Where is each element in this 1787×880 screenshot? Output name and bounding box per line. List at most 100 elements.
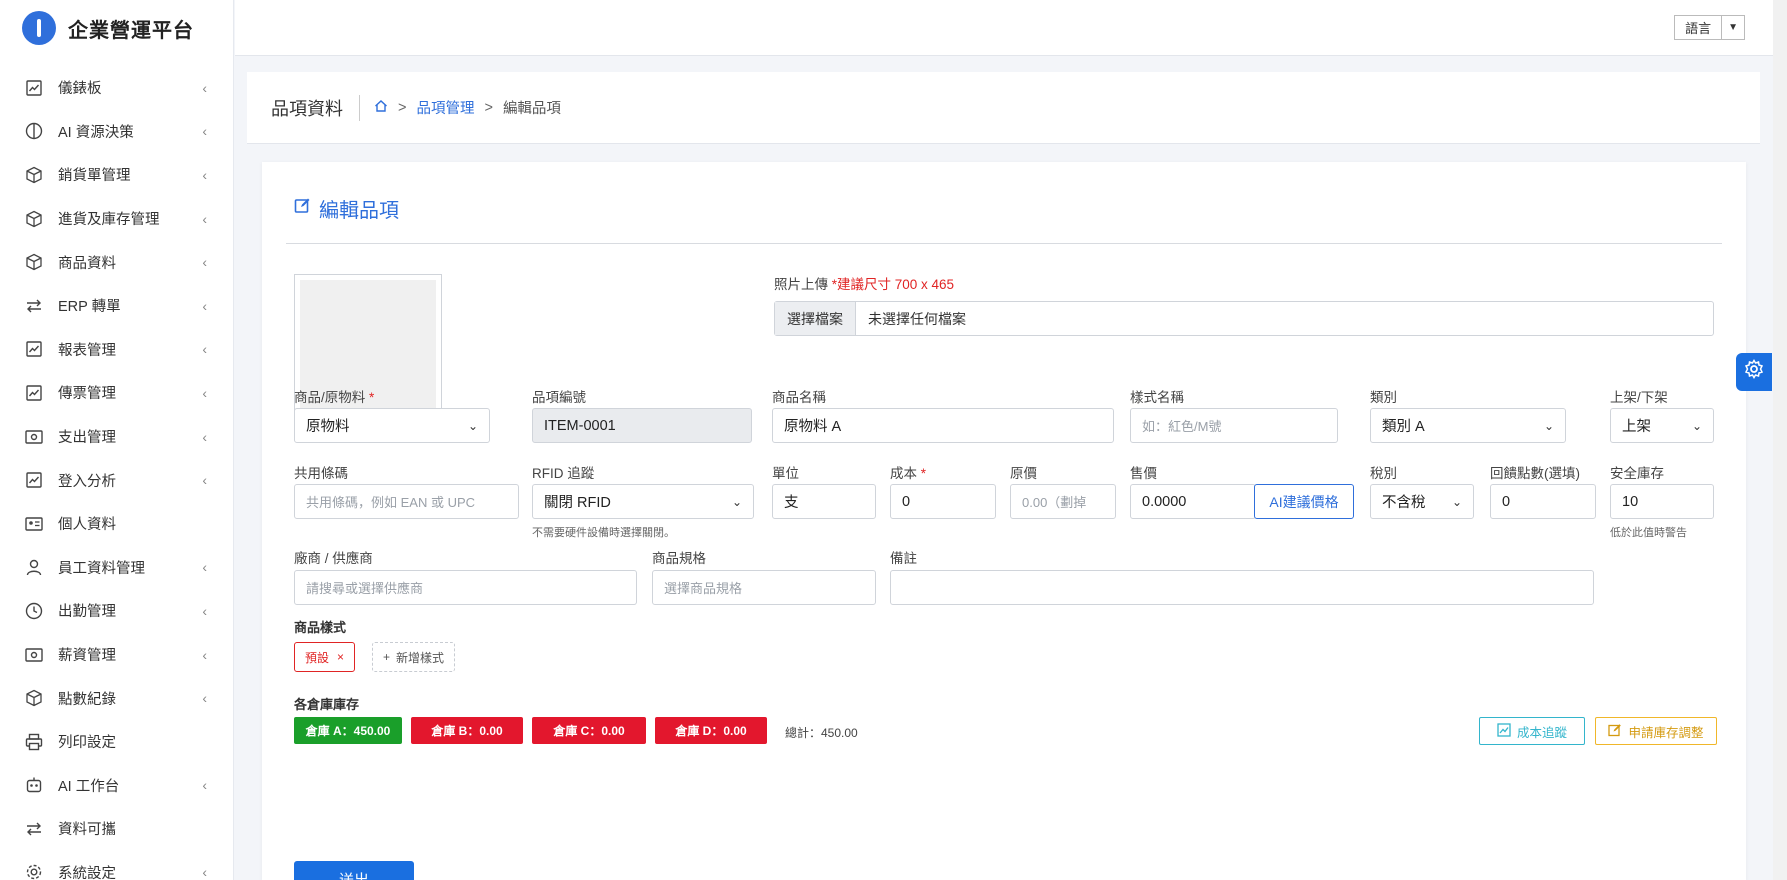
stock-adjust-request-button[interactable]: 申請庫存調整 [1595, 717, 1717, 745]
sidebar-item-erp-transfer[interactable]: ERP 轉單 ‹ [0, 284, 233, 328]
sidebar-item-print-settings[interactable]: 列印設定 [0, 720, 233, 764]
user-icon [24, 557, 44, 577]
sidebar-item-ai-workbench[interactable]: AI 工作台 ‹ [0, 764, 233, 808]
supplier-label: 廠商 / 供應商 [294, 551, 373, 566]
sidebar-item-purchase-inventory[interactable]: 進貨及庫存管理 ‹ [0, 197, 233, 241]
box-icon [24, 165, 44, 185]
points-input[interactable]: 0 [1490, 484, 1596, 519]
language-select[interactable]: 語言 ▼ [1674, 15, 1745, 40]
chart-icon [24, 383, 44, 403]
sidebar-item-sales-orders[interactable]: 銷貨單管理 ‹ [0, 153, 233, 197]
sidebar-item-label: 銷貨單管理 [58, 168, 131, 185]
unit-input[interactable]: 支 [772, 484, 876, 519]
add-style-button[interactable]: + 新增樣式 [372, 642, 456, 672]
supplier-input[interactable]: 請搜尋或選擇供應商 [294, 570, 637, 605]
sidebar-item-payroll[interactable]: 薪資管理 ‹ [0, 633, 233, 677]
chevron-down-icon: ⌄ [1691, 418, 1702, 433]
original-price-label: 原價 [1010, 466, 1037, 481]
style-name-input[interactable]: 如：紅色/M號 [1130, 408, 1338, 443]
choose-file-button[interactable]: 選擇檔案 [775, 302, 856, 335]
breadcrumb-parent-link[interactable]: 品項管理 [416, 97, 474, 118]
warehouse-badge[interactable]: 倉庫 B：0.00 [411, 717, 523, 744]
gear-icon [24, 862, 44, 880]
printer-icon [24, 732, 44, 752]
upload-label-text: 照片上傳 [774, 277, 828, 292]
breadcrumb-current: 編輯品項 [502, 101, 561, 117]
styles-label: 商品樣式 [294, 620, 347, 635]
note-label: 備註 [890, 551, 917, 566]
listing-select[interactable]: 上架 ⌄ [1610, 408, 1714, 443]
sidebar-item-profile[interactable]: 個人資料 [0, 502, 233, 546]
sidebar-item-system-settings[interactable]: 系統設定 ‹ [0, 851, 233, 880]
sidebar-item-dashboard[interactable]: 儀錶板 ‹ [0, 66, 233, 110]
submit-button[interactable]: 送出 [294, 861, 414, 880]
cost-value: 0 [902, 493, 911, 510]
safety-stock-input[interactable]: 10 [1610, 484, 1714, 519]
sidebar-item-label: 進貨及庫存管理 [58, 212, 160, 229]
ai-suggest-price-button[interactable]: AI建議價格 [1254, 484, 1354, 519]
style-name-placeholder: 如：紅色/M號 [1142, 419, 1222, 434]
chevron-left-icon: ‹ [202, 864, 207, 880]
sidebar-item-reports[interactable]: 報表管理 ‹ [0, 328, 233, 372]
barcode-input[interactable]: 共用條碼，例如 EAN 或 UPC [294, 484, 519, 519]
sidebar-item-points[interactable]: 點數紀錄 ‹ [0, 676, 233, 720]
original-price-input[interactable]: 0.00（劃掉 [1010, 484, 1116, 519]
sidebar-item-label: 列印設定 [58, 735, 116, 752]
brand[interactable]: 企業營運平台 [0, 0, 233, 56]
listing-select-value: 上架 [1622, 419, 1651, 435]
upload-size-hint: *建議尺寸 700 x 465 [831, 277, 955, 292]
spec-input[interactable]: 選擇商品規格 [652, 570, 876, 605]
note-input[interactable] [890, 570, 1594, 605]
edit-icon [1608, 723, 1622, 740]
cost-input[interactable]: 0 [890, 484, 996, 519]
sidebar-item-expenses[interactable]: 支出管理 ‹ [0, 415, 233, 459]
price-input[interactable]: 0.0000 [1130, 484, 1256, 519]
photo-upload-input[interactable]: 選擇檔案 未選擇任何檔案 [774, 301, 1714, 336]
unit-label: 單位 [772, 466, 799, 481]
box-icon [24, 209, 44, 229]
product-name-input[interactable]: 原物料 A [772, 408, 1114, 443]
settings-gear-button[interactable] [1736, 353, 1772, 391]
category-select[interactable]: 類別 A ⌄ [1370, 408, 1566, 443]
sidebar-item-login-analysis[interactable]: 登入分析 ‹ [0, 458, 233, 502]
sidebar-item-products[interactable]: 商品資料 ‹ [0, 240, 233, 284]
type-label-text: 商品/原物料 [294, 390, 366, 405]
style-name-label: 樣式名稱 [1130, 390, 1184, 405]
sidebar-item-label: AI 資源決策 [58, 124, 134, 141]
cost-tracking-button[interactable]: 成本追蹤 [1479, 717, 1585, 745]
rfid-select[interactable]: 關閉 RFID ⌄ [532, 484, 754, 519]
close-icon[interactable]: × [337, 650, 344, 664]
chevron-left-icon: ‹ [202, 690, 207, 707]
warehouse-badge[interactable]: 倉庫 C：0.00 [532, 717, 646, 744]
style-tag-default[interactable]: 預設 × [294, 642, 356, 672]
product-name-label: 商品名稱 [772, 390, 826, 405]
sidebar-item-vouchers[interactable]: 傳票管理 ‹ [0, 371, 233, 415]
type-select[interactable]: 原物料 ⌄ [294, 408, 490, 443]
edit-item-card: 編輯品項 照片上傳 *建議尺寸 700 x 465 選擇檔案 未選擇任何檔案 商… [262, 162, 1746, 880]
sidebar-item-attendance[interactable]: 出勤管理 ‹ [0, 589, 233, 633]
sidebar-item-employees[interactable]: 員工資料管理 ‹ [0, 546, 233, 590]
brand-title: 企業營運平台 [68, 19, 194, 42]
robot-icon [24, 775, 44, 795]
sidebar: 企業營運平台 儀錶板 ‹ AI 資源決策 ‹ 銷貨單管理 ‹ 進貨及庫存管理 ‹… [0, 0, 234, 880]
sidebar-item-ai-decision[interactable]: AI 資源決策 ‹ [0, 110, 233, 154]
chevron-left-icon: ‹ [202, 428, 207, 445]
warehouse-badge[interactable]: 倉庫 A：450.00 [294, 717, 402, 744]
sidebar-item-label: 儀錶板 [58, 81, 102, 98]
sidebar-item-label: 商品資料 [58, 255, 116, 272]
chart-icon [24, 470, 44, 490]
form-title-text: 編輯品項 [319, 200, 399, 222]
chart-icon [24, 339, 44, 359]
warehouse-badge[interactable]: 倉庫 D：0.00 [655, 717, 767, 744]
tax-select-value: 不含稅 [1382, 495, 1426, 511]
rfid-hint: 不需要硬件設備時選擇關閉。 [532, 527, 675, 539]
home-icon[interactable] [374, 99, 388, 117]
category-label: 類別 [1370, 390, 1397, 405]
chevron-left-icon: ‹ [202, 123, 207, 140]
sidebar-item-label: 登入分析 [58, 473, 116, 490]
sidebar-item-data-portability[interactable]: 資料可攜 [0, 807, 233, 851]
tax-select[interactable]: 不含稅 ⌄ [1370, 484, 1474, 519]
chevron-left-icon: ‹ [202, 559, 207, 576]
chevron-left-icon: ‹ [202, 254, 207, 271]
page-scrollbar[interactable] [1773, 0, 1787, 880]
